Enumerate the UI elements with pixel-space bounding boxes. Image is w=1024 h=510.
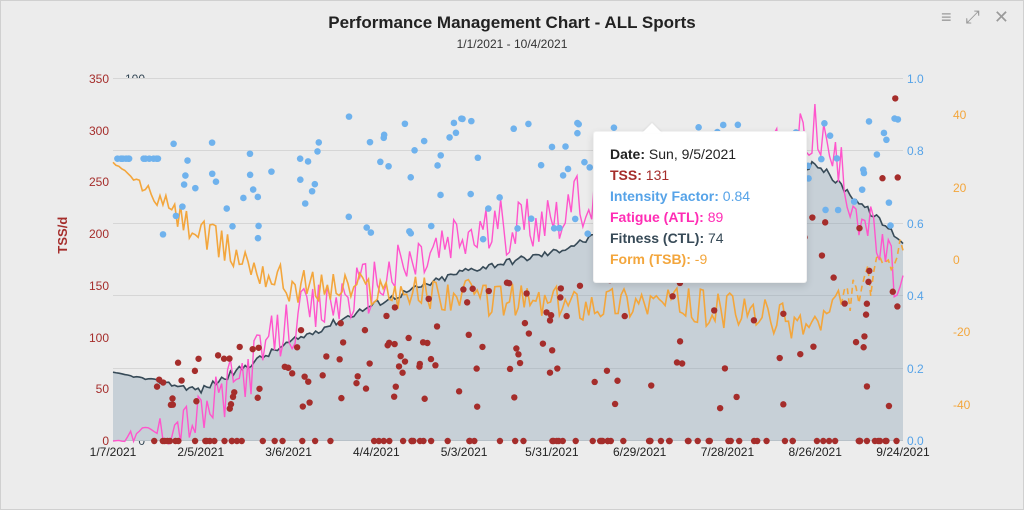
chart-subtitle: 1/1/2021 - 10/4/2021 [1,37,1023,51]
menu-icon[interactable]: ≡ [941,7,952,28]
tooltip: Date: Sun, 9/5/2021 TSS: 131 Intensity F… [593,131,807,283]
plot-wrap: TSS/d IF|Form (TSB) 35030025020015010050… [71,79,945,465]
close-icon[interactable]: ✕ [994,7,1009,28]
y-ticks-tsb: 40200-20-40 [953,79,997,441]
y-ticks-if: 1.00.80.60.40.20.0 [907,79,951,441]
panel-toolbar: ≡ ⤢ ✕ [941,7,1009,28]
chart-panel: ≡ ⤢ ✕ Performance Management Chart - ALL… [0,0,1024,510]
x-ticks: 1/7/20212/5/20213/6/20214/4/20215/3/2021… [113,445,903,463]
chart-title: Performance Management Chart - ALL Sport… [1,13,1023,33]
y-ticks-tssd: 350300250200150100500 [69,79,109,441]
expand-icon[interactable]: ⤢ [966,7,980,28]
y-axis-label-tssd: TSS/d [55,217,70,254]
